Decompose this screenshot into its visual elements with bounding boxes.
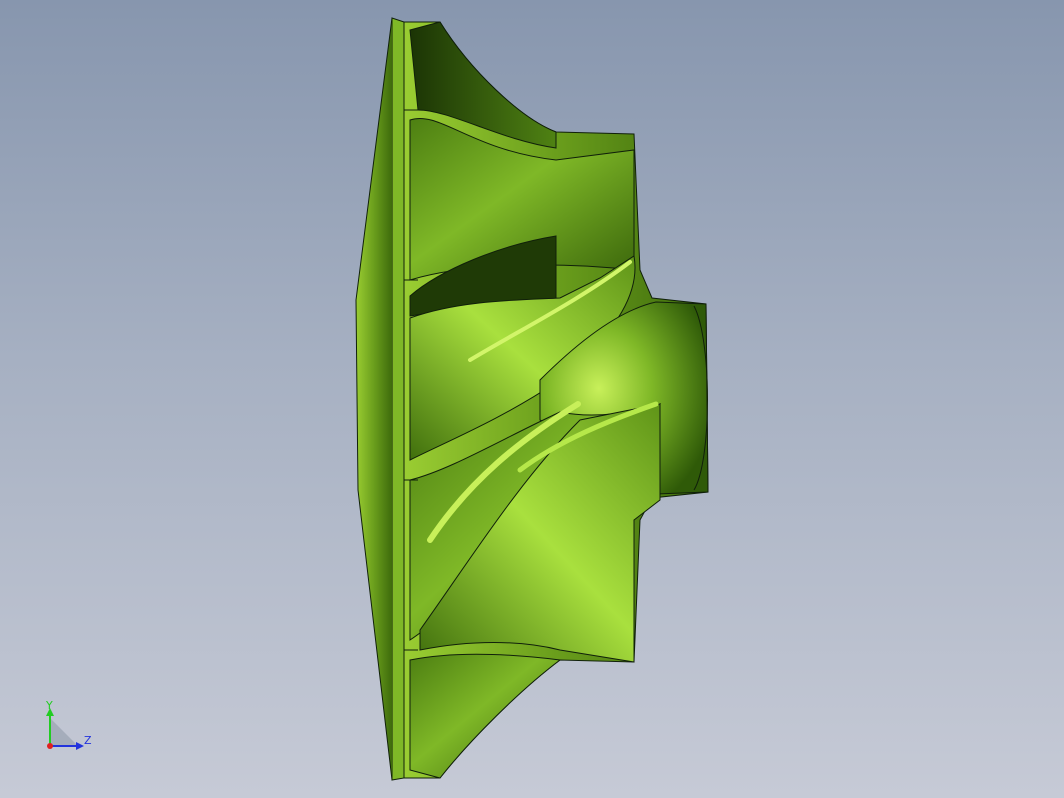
x-axis-dot xyxy=(47,743,53,749)
graphics-viewport[interactable]: Y Z xyxy=(0,0,1064,798)
z-axis-arrow xyxy=(76,742,84,750)
rim-edge xyxy=(355,17,393,781)
z-axis-label: Z xyxy=(84,734,92,747)
y-axis-label: Y xyxy=(46,699,53,712)
back-plate xyxy=(391,17,405,781)
lower-passage xyxy=(409,653,562,779)
impeller-model[interactable] xyxy=(0,0,1064,798)
